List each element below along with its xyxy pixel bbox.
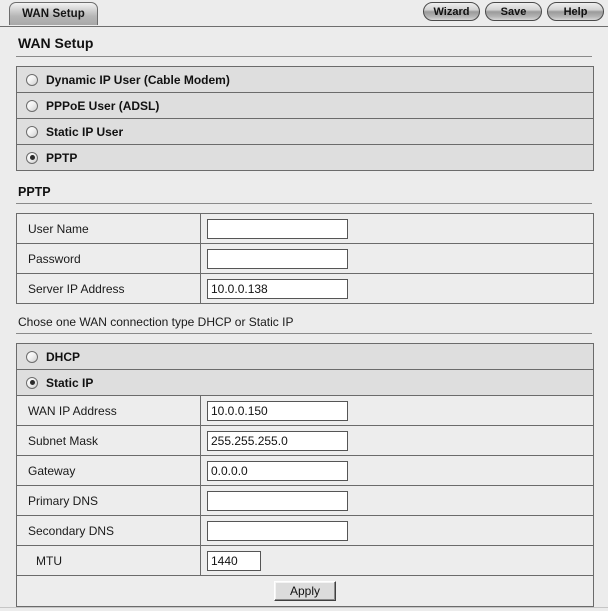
radio-static-ip-user-icon[interactable] [26, 125, 38, 138]
radio-row-static-ip[interactable]: Static IP [17, 370, 593, 396]
radio-static-ip-icon[interactable] [26, 376, 38, 389]
radio-row-pppoe-user-adsl[interactable]: PPPoE User (ADSL) [17, 93, 593, 119]
field-row-mtu: MTU [17, 546, 593, 576]
wan-ip-address-input[interactable] [207, 400, 348, 421]
wan-mode-table: DHCP Static IP WAN IP AddressSubnet MaskGa… [16, 343, 594, 607]
field-input-cell [201, 244, 593, 273]
radio-pptp-icon[interactable] [26, 151, 38, 164]
server-ip-address-input[interactable] [207, 278, 348, 299]
page-title: WAN Setup [16, 27, 592, 57]
field-input-cell [201, 396, 593, 425]
radio-label: PPPoE User (ADSL) [46, 98, 160, 113]
tab-strip: WAN Setup Wizard Save Help [0, 0, 608, 27]
pptp-section-heading: PPTP [16, 171, 592, 204]
field-row-gateway: Gateway [17, 456, 593, 486]
field-input-cell [201, 546, 593, 575]
field-row-secondary-dns: Secondary DNS [17, 516, 593, 546]
radio-label: Static IP User [46, 124, 124, 139]
user-name-input[interactable] [207, 218, 348, 239]
field-label-server-ip-address: Server IP Address [17, 274, 201, 303]
field-input-cell [201, 456, 593, 485]
radio-row-dhcp[interactable]: DHCP [17, 344, 593, 370]
field-label-secondary-dns: Secondary DNS [17, 516, 201, 545]
content-area: WAN Setup Dynamic IP User (Cable Modem) P… [0, 27, 608, 607]
field-label-primary-dns: Primary DNS [17, 486, 201, 515]
password-input[interactable] [207, 248, 348, 269]
tab-wan-setup[interactable]: WAN Setup [9, 2, 98, 25]
radio-row-static-ip-user[interactable]: Static IP User [17, 119, 593, 145]
secondary-dns-input[interactable] [207, 520, 348, 541]
field-row-server-ip-address: Server IP Address [17, 274, 593, 303]
wizard-button[interactable]: Wizard [423, 2, 480, 21]
subnet-mask-input[interactable] [207, 430, 348, 451]
radio-dhcp-icon[interactable] [26, 350, 38, 363]
radio-label: Static IP [46, 375, 94, 390]
field-label-password: Password [17, 244, 201, 273]
field-label-user-name: User Name [17, 214, 201, 243]
field-row-subnet-mask: Subnet Mask [17, 426, 593, 456]
pptp-fields-table: User Name Password Server IP Address [16, 213, 594, 304]
primary-dns-input[interactable] [207, 490, 348, 511]
field-input-cell [201, 274, 593, 303]
connection-type-table: Dynamic IP User (Cable Modem) PPPoE User … [16, 66, 594, 171]
field-label-subnet-mask: Subnet Mask [17, 426, 201, 455]
radio-label: DHCP [46, 349, 81, 364]
wan-mode-note: Chose one WAN connection type DHCP or St… [16, 304, 592, 334]
gateway-input[interactable] [207, 460, 348, 481]
bottom-divider [0, 607, 608, 608]
radio-label: Dynamic IP User (Cable Modem) [46, 72, 230, 87]
field-row-wan-ip-address: WAN IP Address [17, 396, 593, 426]
toolbar-buttons: Wizard Save Help [423, 2, 604, 21]
radio-dynamic-ip-user-cable-modem-icon[interactable] [26, 73, 38, 86]
radio-row-pptp[interactable]: PPTP [17, 145, 593, 170]
help-button[interactable]: Help [547, 2, 604, 21]
save-button[interactable]: Save [485, 2, 542, 21]
apply-button[interactable]: Apply [274, 581, 336, 601]
radio-pppoe-user-adsl-icon[interactable] [26, 99, 38, 112]
radio-row-dynamic-ip-user-cable-modem[interactable]: Dynamic IP User (Cable Modem) [17, 67, 593, 93]
field-row-password: Password [17, 244, 593, 274]
field-row-primary-dns: Primary DNS [17, 486, 593, 516]
mtu-input[interactable] [207, 550, 261, 571]
apply-row: Apply [17, 576, 593, 606]
field-label-wan-ip-address: WAN IP Address [17, 396, 201, 425]
field-label-mtu: MTU [17, 546, 201, 575]
radio-label: PPTP [46, 150, 78, 165]
field-input-cell [201, 486, 593, 515]
field-row-user-name: User Name [17, 214, 593, 244]
field-input-cell [201, 426, 593, 455]
field-input-cell [201, 214, 593, 243]
field-label-gateway: Gateway [17, 456, 201, 485]
tab-label: WAN Setup [22, 8, 85, 20]
field-input-cell [201, 516, 593, 545]
